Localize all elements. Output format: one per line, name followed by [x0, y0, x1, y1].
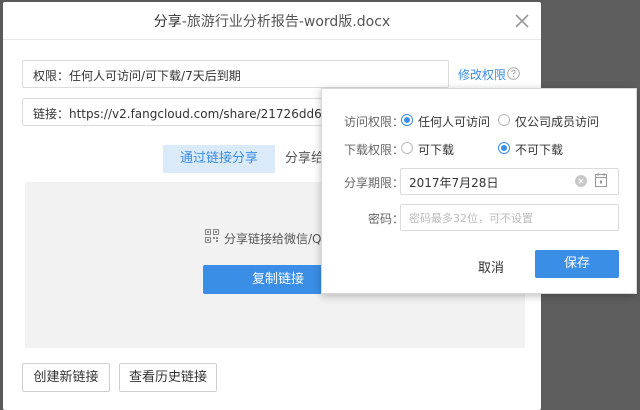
dialog-title: 分享-旅游行业分析报告-word版.docx	[3, 11, 541, 31]
qr-share-hint: 分享链接给微信/QQ	[224, 232, 331, 246]
download-permission-label: 下载权限：	[344, 143, 405, 157]
radio-company-only-label[interactable]: 仅公司成员访问	[515, 113, 599, 130]
edit-permission-link[interactable]: 修改权限	[458, 66, 506, 83]
create-new-link-button[interactable]: 创建新链接	[22, 363, 110, 392]
radio-downloadable-label[interactable]: 可下载	[418, 141, 454, 158]
radio-downloadable[interactable]	[401, 142, 413, 154]
expiry-label: 分享期限：	[344, 176, 405, 190]
tab-share-to[interactable]: 分享给	[285, 145, 324, 173]
radio-company-only[interactable]	[498, 114, 510, 126]
save-button[interactable]: 保存	[535, 250, 619, 278]
radio-anyone-access[interactable]	[401, 114, 413, 126]
radio-not-downloadable-label[interactable]: 不可下载	[515, 141, 563, 158]
access-permission-label: 访问权限：	[344, 115, 405, 129]
password-label: 密码：	[368, 212, 405, 226]
permission-summary: 权限：任何人可访问/可下载/7天后到期	[22, 60, 449, 88]
calendar-icon[interactable]	[595, 173, 607, 187]
permission-popover: 访问权限： 任何人可访问 仅公司成员访问 下载权限： 可下载 不可下载 分享期限…	[321, 88, 637, 294]
help-icon[interactable]	[507, 67, 520, 80]
tab-link-share[interactable]: 通过链接分享	[163, 145, 275, 173]
close-icon[interactable]	[514, 13, 530, 29]
radio-not-downloadable[interactable]	[498, 142, 510, 154]
qr-code-icon[interactable]	[205, 229, 219, 243]
password-input[interactable]: 密码最多32位，可不设置	[400, 204, 619, 231]
view-history-links-button[interactable]: 查看历史链接	[119, 363, 217, 392]
radio-anyone-access-label[interactable]: 任何人可访问	[418, 113, 490, 130]
clear-icon[interactable]	[575, 175, 587, 187]
cancel-button[interactable]: 取消	[478, 257, 504, 276]
dialog-title-prefix: 分享	[153, 14, 182, 30]
share-link-field[interactable]: 链接：https://v2.fangcloud.com/share/21726d…	[22, 98, 342, 126]
dialog-header: 分享-旅游行业分析报告-word版.docx	[3, 2, 541, 40]
dialog-title-filename: -旅游行业分析报告-word版.docx	[181, 14, 391, 30]
